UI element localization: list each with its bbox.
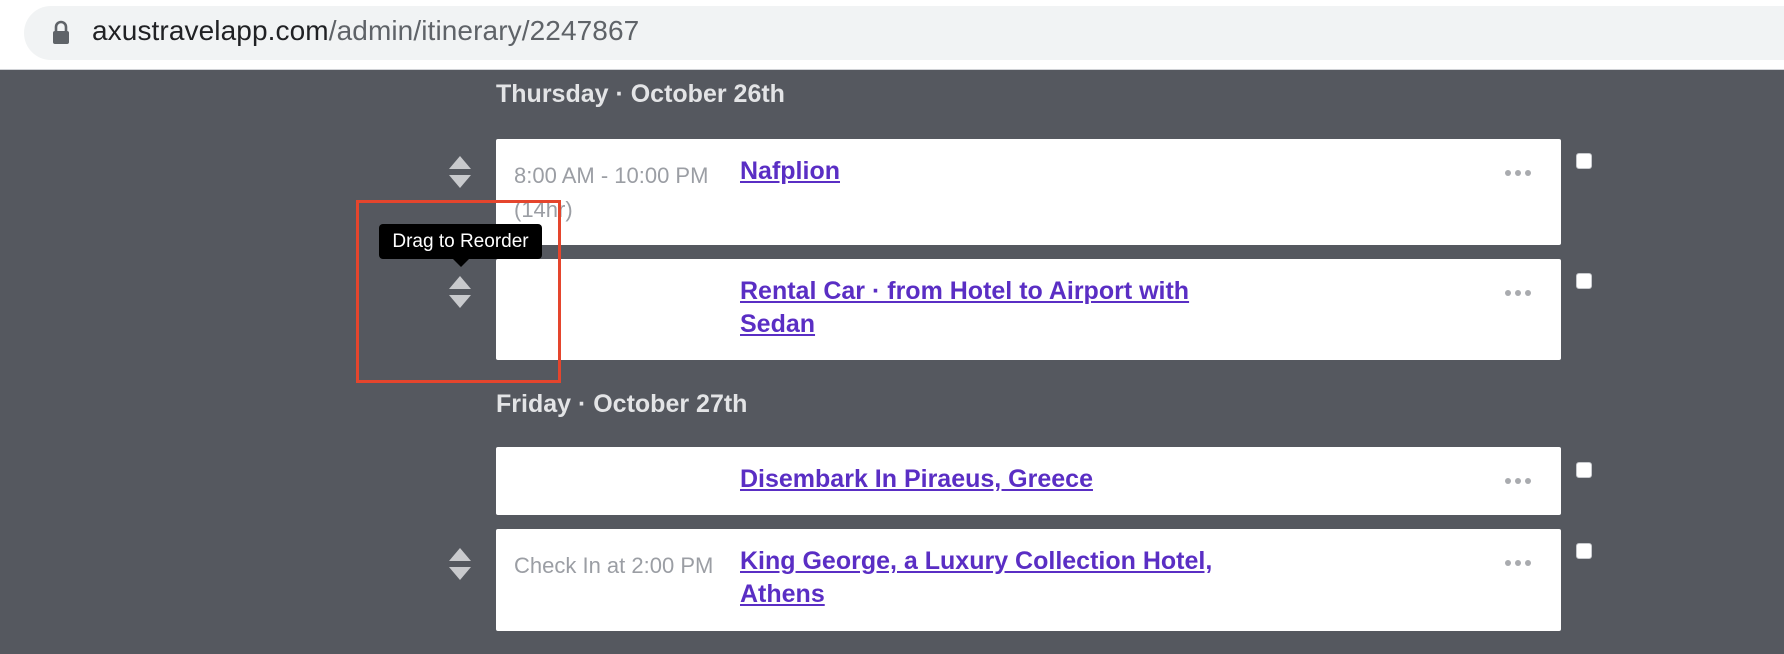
drag-tooltip: Drag to Reorder [379, 224, 542, 259]
item-title-link[interactable]: King George, a Luxury Collection Hotel, … [740, 545, 1260, 611]
day-header-thursday: Thursday · October 26th [496, 80, 785, 108]
day-header-friday: Friday · October 27th [496, 390, 748, 418]
item-checkbox[interactable] [1576, 273, 1592, 289]
item-title-link[interactable]: Rental Car · from Hotel to Airport with … [740, 275, 1260, 341]
itinerary-card-nafplion[interactable]: 8:00 AM - 10:00 PM (14hr) Nafplion [496, 139, 1561, 245]
itinerary-card-rental-car[interactable]: Rental Car · from Hotel to Airport with … [496, 259, 1561, 360]
more-options-icon[interactable] [1505, 476, 1533, 486]
more-options-icon[interactable] [1505, 168, 1533, 178]
item-title-link[interactable]: Nafplion [740, 155, 1260, 188]
drag-handle-icon[interactable] [448, 274, 472, 310]
more-options-icon[interactable] [1505, 288, 1533, 298]
drag-handle-icon[interactable] [448, 154, 472, 190]
lock-icon [53, 20, 69, 44]
item-checkbox[interactable] [1576, 153, 1592, 169]
url-path: /admin/itinerary/2247867 [328, 15, 640, 46]
tooltip-arrow [453, 259, 469, 267]
drag-handle-icon[interactable] [448, 546, 472, 582]
itinerary-card-king-george[interactable]: Check In at 2:00 PM King George, a Luxur… [496, 529, 1561, 631]
address-bar-url[interactable]: axustravelapp.com/admin/itinerary/224786… [92, 15, 639, 47]
browser-toolbar: axustravelapp.com/admin/itinerary/224786… [0, 0, 1784, 70]
url-host: axustravelapp.com [92, 15, 329, 46]
item-time: Check In at 2:00 PM [514, 553, 714, 578]
item-time: 8:00 AM - 10:00 PM (14hr) [514, 163, 709, 222]
itinerary-card-disembark[interactable]: Disembark In Piraeus, Greece [496, 447, 1561, 515]
item-checkbox[interactable] [1576, 543, 1592, 559]
more-options-icon[interactable] [1505, 558, 1533, 568]
item-title-link[interactable]: Disembark In Piraeus, Greece [740, 463, 1260, 496]
item-checkbox[interactable] [1576, 462, 1592, 478]
